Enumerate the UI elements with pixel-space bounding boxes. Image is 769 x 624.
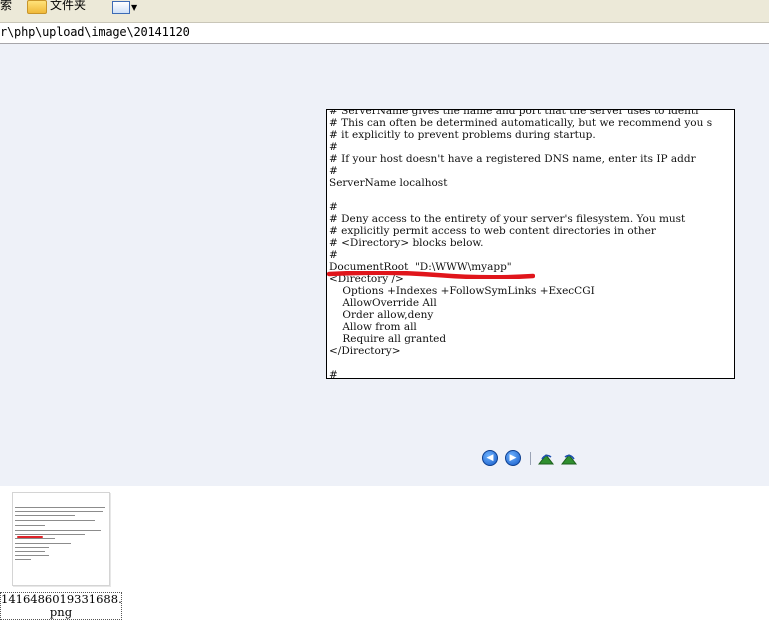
- image-text-line: # it explicitly to prevent problems duri…: [329, 129, 596, 141]
- search-button[interactable]: 搜索: [0, 0, 12, 14]
- folders-label: 文件夹: [50, 0, 87, 12]
- previous-image-icon[interactable]: ◀: [482, 450, 498, 466]
- image-text-line: #: [329, 369, 338, 379]
- search-label: 搜索: [0, 0, 13, 12]
- image-text-line: Options +Indexes +FollowSymLinks +ExecCG…: [342, 285, 595, 297]
- rotate-clockwise-icon[interactable]: [538, 453, 555, 465]
- image-text-line: # If your host doesn't have a registered…: [329, 153, 696, 165]
- image-text-line: # <Directory> blocks below.: [329, 237, 484, 249]
- image-text-line: </Directory>: [329, 345, 401, 357]
- image-text-line: # explicitly permit access to web conten…: [329, 225, 656, 237]
- rotate-counterclockwise-icon[interactable]: [561, 453, 578, 465]
- filmstrip: 1416486019331688. png: [0, 487, 769, 624]
- next-image-icon[interactable]: ▶: [505, 450, 521, 466]
- image-text-line: ServerName localhost: [329, 177, 448, 189]
- image-text-line: # This can often be determined automatic…: [329, 117, 713, 129]
- folder-icon: [27, 0, 47, 14]
- image-preview-pane: # ServerName gives the name and port tha…: [0, 44, 769, 486]
- image-text-line: #: [329, 249, 338, 261]
- thumbnail-preview: [15, 507, 107, 563]
- image-text-line: Allow from all: [342, 321, 417, 333]
- toolbar: 搜索 文件夹 ▼: [0, 0, 769, 23]
- folders-button[interactable]: 文件夹: [27, 0, 86, 14]
- image-config-text: # ServerName gives the name and port tha…: [329, 109, 713, 379]
- thumbnail-red-mark: [17, 536, 43, 538]
- image-text-line: Order allow,deny: [342, 309, 434, 321]
- chevron-down-icon: ▼: [131, 2, 138, 12]
- thumbnail-image[interactable]: [12, 492, 110, 586]
- address-path: r\php\upload\image\20141120: [0, 25, 190, 39]
- views-icon: [112, 0, 130, 14]
- red-underline-highlight: [327, 271, 535, 279]
- toolbar-separator: [530, 452, 531, 465]
- address-bar[interactable]: r\php\upload\image\20141120: [0, 23, 769, 44]
- image-text-line: AllowOverride All: [342, 297, 437, 309]
- image-text-line: #: [329, 141, 338, 153]
- image-text-line: #: [329, 165, 338, 177]
- image-text-line: #: [329, 201, 338, 213]
- image-text-line: # Deny access to the entirety of your se…: [329, 213, 686, 225]
- thumbnail-filename[interactable]: 1416486019331688. png: [0, 592, 122, 620]
- image-text-line: # ServerName gives the name and port tha…: [329, 109, 699, 117]
- previewed-image: # ServerName gives the name and port tha…: [326, 109, 735, 379]
- image-text-line: Require all granted: [342, 333, 447, 345]
- views-button[interactable]: ▼: [112, 0, 137, 14]
